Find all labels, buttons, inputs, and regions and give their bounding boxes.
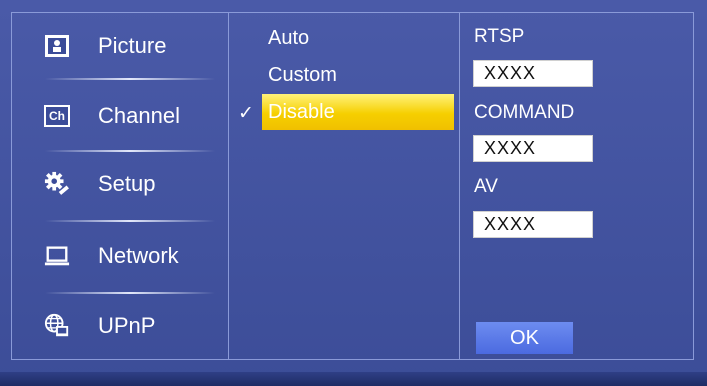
menu-item-label: UPnP xyxy=(98,313,156,338)
picture-icon xyxy=(44,33,70,59)
option-disable[interactable]: Disable xyxy=(262,94,454,130)
bottom-strip xyxy=(0,372,707,386)
menu-item-picture[interactable]: Picture xyxy=(44,26,166,66)
ok-button[interactable]: OK xyxy=(476,322,573,354)
menu-item-label: Setup xyxy=(98,171,156,196)
option-label: Disable xyxy=(268,100,335,123)
option-auto[interactable]: Auto xyxy=(262,20,454,56)
globe-icon xyxy=(44,313,70,339)
menu-item-setup[interactable]: Setup xyxy=(44,164,156,204)
av-label: AV xyxy=(474,176,498,197)
option-label: Auto xyxy=(268,26,310,49)
rtsp-label: RTSP xyxy=(474,26,525,47)
channel-icon-text: Ch xyxy=(46,107,68,125)
column-divider-left xyxy=(228,12,229,360)
menu-item-channel[interactable]: Ch Channel xyxy=(44,96,180,136)
option-custom[interactable]: Custom xyxy=(262,57,454,93)
channel-icon: Ch xyxy=(44,103,70,129)
menu-separator xyxy=(45,78,215,80)
monitor-icon xyxy=(44,243,70,269)
checkmark-icon: ✓ xyxy=(238,103,254,124)
rtsp-field[interactable]: XXXX xyxy=(473,60,593,87)
gear-wrench-icon xyxy=(44,171,70,197)
column-divider-right xyxy=(459,12,460,360)
command-field[interactable]: XXXX xyxy=(473,135,593,162)
command-label: COMMAND xyxy=(474,102,575,123)
av-field[interactable]: XXXX xyxy=(473,211,593,238)
menu-item-label: Network xyxy=(98,243,179,268)
menu-item-upnp[interactable]: UPnP xyxy=(44,306,155,346)
menu-item-label: Channel xyxy=(98,103,180,128)
menu-item-network[interactable]: Network xyxy=(44,236,179,276)
option-label: Custom xyxy=(268,63,337,86)
menu-separator xyxy=(45,150,215,152)
menu-separator xyxy=(45,292,215,294)
menu-item-label: Picture xyxy=(98,33,167,58)
menu-separator xyxy=(45,220,215,222)
